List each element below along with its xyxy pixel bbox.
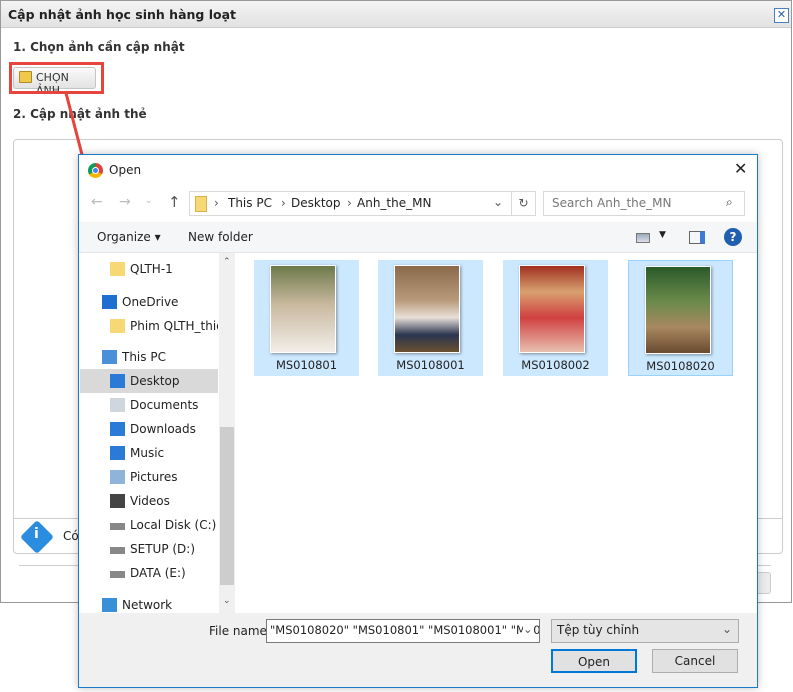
music-icon bbox=[110, 446, 125, 460]
breadcrumb-folder[interactable]: Anh_the_MN bbox=[357, 196, 431, 210]
file-name-input[interactable]: "MS0108020" "MS010801" "MS0108001" "MS01… bbox=[266, 619, 540, 643]
dialog-footer: File name: "MS0108020" "MS010801" "MS010… bbox=[79, 613, 757, 687]
chevron-down-icon[interactable]: ⌄ bbox=[493, 195, 503, 209]
open-file-dialog: Open ✕ ← → ⌄ ↑ › This PC › Desktop › Anh… bbox=[78, 154, 758, 688]
file-name: MS010801 bbox=[275, 358, 338, 372]
dialog-close-button[interactable]: ✕ bbox=[734, 159, 747, 178]
help-icon[interactable]: ? bbox=[724, 228, 742, 246]
forward-button[interactable]: → bbox=[119, 194, 131, 210]
nav-item-label: Local Disk (C:) bbox=[130, 518, 217, 532]
view-dropdown[interactable]: ▼ bbox=[659, 230, 666, 240]
nav-item[interactable]: This PC bbox=[80, 345, 218, 369]
nav-item-label: OneDrive bbox=[122, 295, 179, 309]
chevron-down-icon: ⌄ bbox=[722, 622, 733, 636]
nav-item[interactable]: DATA (E:) bbox=[80, 561, 218, 585]
nav-item-label: Videos bbox=[130, 494, 170, 508]
search-placeholder: Search Anh_the_MN bbox=[552, 196, 672, 210]
search-input[interactable]: Search Anh_the_MN ⌕ bbox=[543, 191, 745, 216]
file-name: MS0108020 bbox=[646, 359, 715, 373]
breadcrumb-this-pc[interactable]: This PC bbox=[228, 196, 272, 210]
nav-item[interactable]: Pictures bbox=[80, 465, 218, 489]
drive-icon bbox=[110, 571, 125, 578]
file-name-value: "MS0108020" "MS010801" "MS0108001" "MS01… bbox=[270, 623, 540, 637]
file-item[interactable]: MS010801 bbox=[254, 260, 359, 376]
nav-item-label: QLTH-1 bbox=[130, 262, 173, 276]
network-icon bbox=[102, 598, 117, 612]
close-button[interactable]: ✕ bbox=[774, 8, 789, 23]
folder-icon bbox=[195, 196, 207, 212]
info-text: Có bbox=[63, 529, 79, 543]
nav-scrollbar[interactable]: ⌃ ⌄ bbox=[219, 253, 235, 613]
breadcrumb-desktop[interactable]: Desktop bbox=[291, 196, 341, 210]
dialog-title: Open bbox=[109, 163, 142, 177]
address-bar[interactable]: › This PC › Desktop › Anh_the_MN ⌄ ↻ bbox=[189, 191, 536, 216]
up-button[interactable]: ↑ bbox=[168, 193, 181, 211]
file-item[interactable]: MS0108020 bbox=[628, 260, 733, 376]
nav-item-label: Music bbox=[130, 446, 165, 460]
nav-item-label: Downloads bbox=[130, 422, 196, 436]
desktop-icon bbox=[110, 374, 125, 388]
file-type-select[interactable]: Tệp tùy chỉnh ⌄ bbox=[551, 619, 739, 643]
file-item[interactable]: MS0108001 bbox=[378, 260, 483, 376]
cloud-icon bbox=[102, 295, 117, 309]
photo-thumbnail bbox=[270, 265, 336, 353]
recent-dropdown[interactable]: ⌄ bbox=[145, 196, 153, 206]
nav-item[interactable]: QLTH-1 bbox=[80, 257, 218, 281]
nav-item-label: DATA (E:) bbox=[130, 566, 186, 580]
nav-item-label: Pictures bbox=[130, 470, 178, 484]
preview-pane-icon[interactable] bbox=[689, 231, 705, 244]
open-button[interactable]: Open bbox=[551, 649, 637, 673]
nav-item[interactable]: Music bbox=[80, 441, 218, 465]
nav-item[interactable]: Phim QLTH_thie bbox=[80, 314, 218, 338]
folder-icon bbox=[110, 319, 125, 333]
scrollbar-thumb[interactable] bbox=[220, 427, 234, 585]
refresh-icon[interactable]: ↻ bbox=[511, 192, 535, 215]
file-name-label: File name: bbox=[209, 624, 271, 638]
nav-item[interactable]: Network bbox=[80, 593, 218, 613]
nav-item[interactable]: Desktop bbox=[80, 369, 218, 393]
videos-icon bbox=[110, 494, 125, 508]
nav-item[interactable]: SETUP (D:) bbox=[80, 537, 218, 561]
view-icon[interactable] bbox=[636, 233, 650, 243]
folder-icon bbox=[110, 262, 125, 276]
file-name: MS0108001 bbox=[396, 358, 465, 372]
download-icon bbox=[110, 422, 125, 436]
nav-item-label: Phim QLTH_thie bbox=[130, 319, 218, 333]
chrome-icon bbox=[88, 163, 103, 178]
photo-thumbnail bbox=[519, 265, 585, 353]
chevron-down-icon[interactable]: ⌄ bbox=[523, 622, 533, 636]
computer-icon bbox=[102, 350, 117, 364]
back-button[interactable]: ← bbox=[91, 194, 103, 210]
drive-icon bbox=[110, 523, 125, 530]
nav-item-label: Network bbox=[122, 598, 173, 612]
file-type-value: Tệp tùy chỉnh bbox=[557, 623, 640, 637]
search-icon: ⌕ bbox=[726, 195, 733, 209]
nav-item[interactable]: Videos bbox=[80, 489, 218, 513]
pictures-icon bbox=[110, 470, 125, 484]
nav-item-label: SETUP (D:) bbox=[130, 542, 196, 556]
nav-item-label: Documents bbox=[130, 398, 199, 412]
nav-item[interactable]: Documents bbox=[80, 393, 218, 417]
dialog-toolbar: Organize ▾ New folder ▼ ? bbox=[79, 222, 757, 253]
drive-icon bbox=[110, 547, 125, 554]
organize-button[interactable]: Organize ▾ bbox=[97, 230, 161, 244]
nav-item[interactable]: Downloads bbox=[80, 417, 218, 441]
new-folder-button[interactable]: New folder bbox=[188, 230, 253, 244]
file-name: MS0108002 bbox=[521, 358, 590, 372]
photo-thumbnail bbox=[645, 266, 711, 354]
file-item[interactable]: MS0108002 bbox=[503, 260, 608, 376]
nav-item-label: This PC bbox=[122, 350, 166, 364]
nav-item[interactable]: Local Disk (C:) bbox=[80, 513, 218, 537]
photo-thumbnail bbox=[394, 265, 460, 353]
documents-icon bbox=[110, 398, 125, 412]
nav-item-label: Desktop bbox=[130, 374, 180, 388]
nav-item[interactable]: OneDrive bbox=[80, 290, 218, 314]
cancel-button[interactable]: Cancel bbox=[652, 649, 738, 673]
navigation-pane: QLTH-1 OneDrive Phim QLTH_thie This PC Deskt… bbox=[80, 253, 235, 613]
